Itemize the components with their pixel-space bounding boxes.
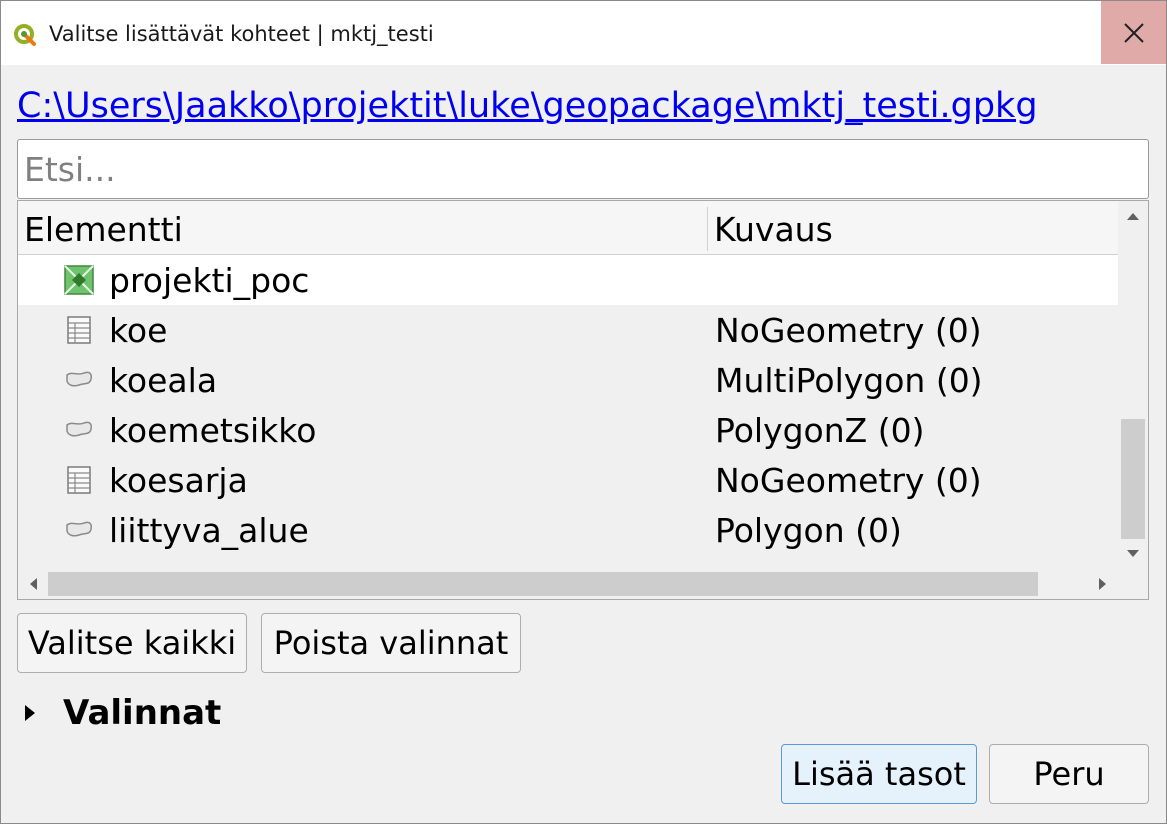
select-all-button[interactable]: Valitse kaikki <box>17 613 247 673</box>
table-icon <box>67 316 91 344</box>
column-separator[interactable] <box>707 207 708 251</box>
title-bar: Valitse lisättävät kohteet | mktj_testi <box>1 1 1166 65</box>
scroll-up-button[interactable] <box>1118 201 1148 231</box>
column-header-description[interactable]: Kuvaus <box>714 201 833 255</box>
search-input[interactable] <box>17 139 1149 199</box>
table-row[interactable]: koemetsikko PolygonZ (0) <box>18 405 1118 455</box>
row-description: NoGeometry (0) <box>715 461 982 500</box>
row-name: koemetsikko <box>109 411 317 450</box>
row-description: MultiPolygon (0) <box>715 361 983 400</box>
cancel-button[interactable]: Peru <box>989 744 1149 804</box>
vertical-scroll-thumb[interactable] <box>1121 419 1145 539</box>
row-name: liittyva_alue <box>109 511 309 550</box>
scroll-left-button[interactable] <box>18 569 48 599</box>
close-icon <box>1123 22 1144 43</box>
row-name: koesarja <box>109 461 248 500</box>
polygon-layer-icon <box>66 371 92 387</box>
vertical-scrollbar[interactable] <box>1118 201 1148 569</box>
expand-arrow-icon <box>23 689 43 737</box>
table-row[interactable]: koeala MultiPolygon (0) <box>18 355 1118 405</box>
table-row[interactable]: liittyva_alue Polygon (0) <box>18 505 1118 555</box>
scrollbar-corner <box>1118 569 1148 599</box>
close-button[interactable] <box>1101 1 1166 64</box>
scroll-down-button[interactable] <box>1118 539 1148 569</box>
add-layers-button[interactable]: Lisää tasot <box>781 744 977 804</box>
source-path-link[interactable]: C:\Users\Jaakko\projektit\luke\geopackag… <box>17 83 1038 129</box>
options-section-toggle[interactable]: Valinnat <box>23 689 221 737</box>
tree-rows: projekti_poc koe NoGeometry (0) koeala M… <box>18 255 1118 568</box>
options-section-label: Valinnat <box>63 693 222 733</box>
triangle-down-icon <box>1127 550 1139 557</box>
row-name: projekti_poc <box>109 261 310 300</box>
horizontal-scroll-thumb[interactable] <box>48 572 1038 596</box>
triangle-right-icon <box>1099 578 1106 590</box>
layer-tree: Elementti Kuvaus projekti_poc koe NoGeom… <box>17 200 1149 600</box>
row-name: koe <box>109 311 168 350</box>
table-icon <box>67 466 91 494</box>
dialog-window: Valitse lisättävät kohteet | mktj_testi … <box>0 0 1167 824</box>
row-name: koeala <box>109 361 218 400</box>
qgis-icon <box>14 24 36 46</box>
window-title: Valitse lisättävät kohteet | mktj_testi <box>49 22 434 46</box>
column-header-element[interactable]: Elementti <box>24 201 183 255</box>
table-row[interactable]: koe NoGeometry (0) <box>18 305 1118 355</box>
polygon-layer-icon <box>66 521 92 537</box>
row-description: Polygon (0) <box>715 511 902 550</box>
row-description: NoGeometry (0) <box>715 311 982 350</box>
triangle-left-icon <box>30 578 37 590</box>
horizontal-scrollbar[interactable] <box>18 569 1118 599</box>
raster-layer-icon <box>64 265 94 295</box>
polygon-layer-icon <box>66 421 92 437</box>
triangle-up-icon <box>1127 213 1139 220</box>
tree-header: Elementti Kuvaus <box>18 201 1118 255</box>
table-row[interactable]: projekti_poc <box>18 255 1118 305</box>
row-description: PolygonZ (0) <box>715 411 925 450</box>
table-row[interactable]: koesarja NoGeometry (0) <box>18 455 1118 505</box>
clear-selection-button[interactable]: Poista valinnat <box>261 613 521 673</box>
scroll-right-button[interactable] <box>1088 569 1118 599</box>
